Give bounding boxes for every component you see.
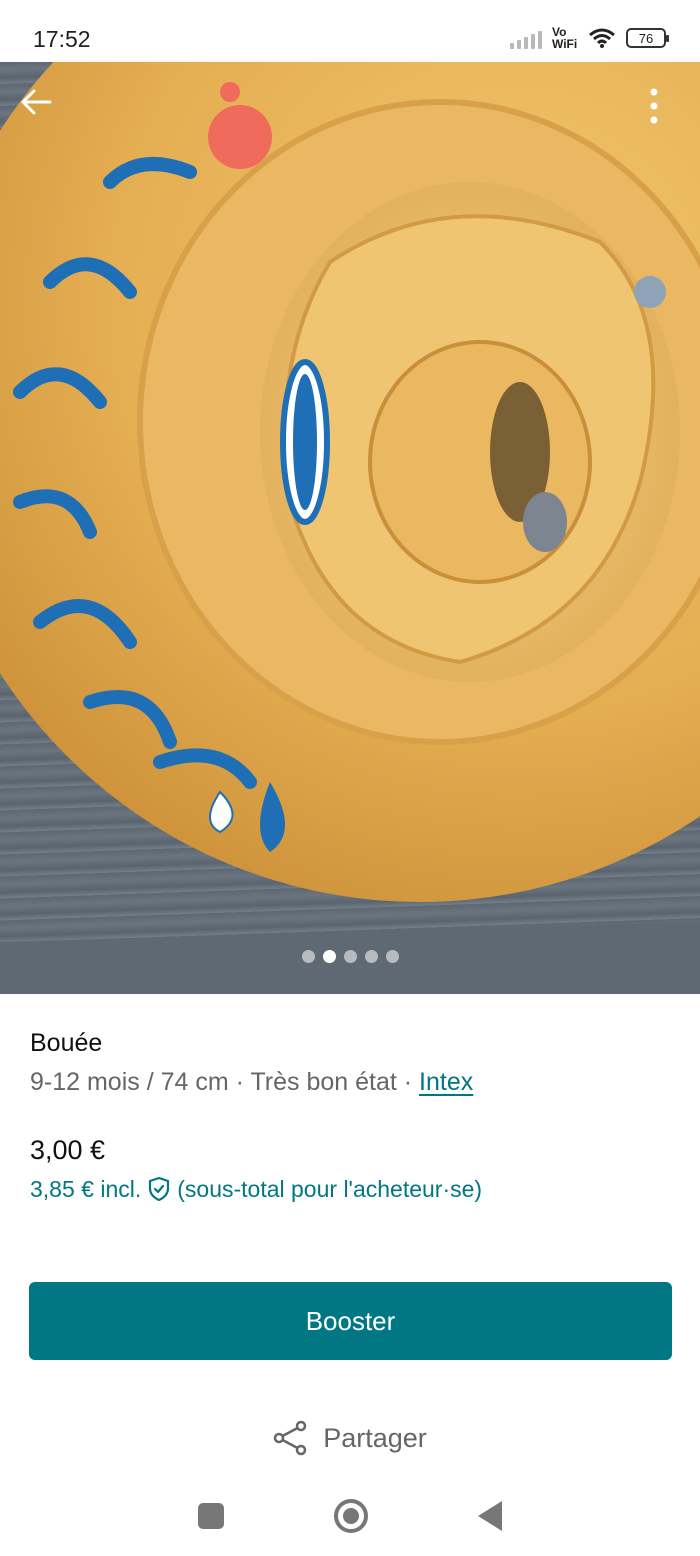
- price-note: (sous-total pour l'acheteur·se): [177, 1176, 483, 1202]
- product-photo[interactable]: [0, 62, 700, 994]
- product-info: Bouée 9-12 mois / 74 cm · Très bon état …: [30, 1026, 670, 1204]
- price-incl-row[interactable]: 3,85 € incl. (sous-total pour l'acheteur…: [30, 1174, 670, 1204]
- gallery-pagination: [0, 950, 700, 963]
- pagination-dot[interactable]: [301, 950, 315, 963]
- share-icon: [273, 1420, 307, 1456]
- brand-link[interactable]: Intex: [419, 1068, 473, 1096]
- system-nav-bar: [0, 1476, 700, 1556]
- product-details: 9-12 mois / 74 cm · Très bon état · Inte…: [30, 1064, 670, 1100]
- more-options-button[interactable]: [650, 88, 678, 132]
- pagination-dot[interactable]: [364, 950, 378, 963]
- back-arrow-icon: [21, 89, 52, 115]
- home-icon: [343, 1508, 359, 1524]
- status-bar: 17:52 Vo WiFi 76: [0, 0, 700, 62]
- pagination-dot[interactable]: [385, 950, 399, 963]
- product-size: 9-12 mois / 74 cm: [30, 1068, 229, 1096]
- details-separator: ·: [396, 1068, 420, 1096]
- status-icons: Vo WiFi 76: [510, 22, 669, 54]
- pagination-dot[interactable]: [322, 950, 336, 963]
- system-back-button[interactable]: [478, 1501, 502, 1531]
- battery-level: 76: [638, 30, 654, 46]
- pagination-dot[interactable]: [343, 950, 357, 963]
- recents-button[interactable]: [198, 1503, 224, 1529]
- battery-icon: 76: [626, 28, 669, 48]
- product-title: Bouée: [30, 1029, 103, 1057]
- signal-icon: [510, 27, 542, 49]
- booster-button[interactable]: Booster: [29, 1282, 672, 1360]
- product-price: 3,00 €: [30, 1135, 106, 1165]
- product-condition: Très bon état: [250, 1068, 397, 1096]
- share-label: Partager: [323, 1422, 427, 1453]
- back-button[interactable]: [20, 88, 64, 132]
- home-button[interactable]: [334, 1499, 368, 1533]
- shield-check-icon: [149, 1176, 170, 1202]
- more-vertical-icon: [650, 88, 658, 124]
- status-time: 17:52: [33, 26, 91, 52]
- vowifi-label: Vo WiFi: [552, 25, 578, 51]
- float-image: [0, 62, 700, 994]
- price-incl: 3,85 € incl.: [30, 1176, 142, 1202]
- booster-label: Booster: [305, 1305, 396, 1336]
- details-separator: ·: [228, 1068, 251, 1096]
- wifi-icon: [589, 28, 615, 48]
- share-button[interactable]: Partager: [0, 1420, 700, 1456]
